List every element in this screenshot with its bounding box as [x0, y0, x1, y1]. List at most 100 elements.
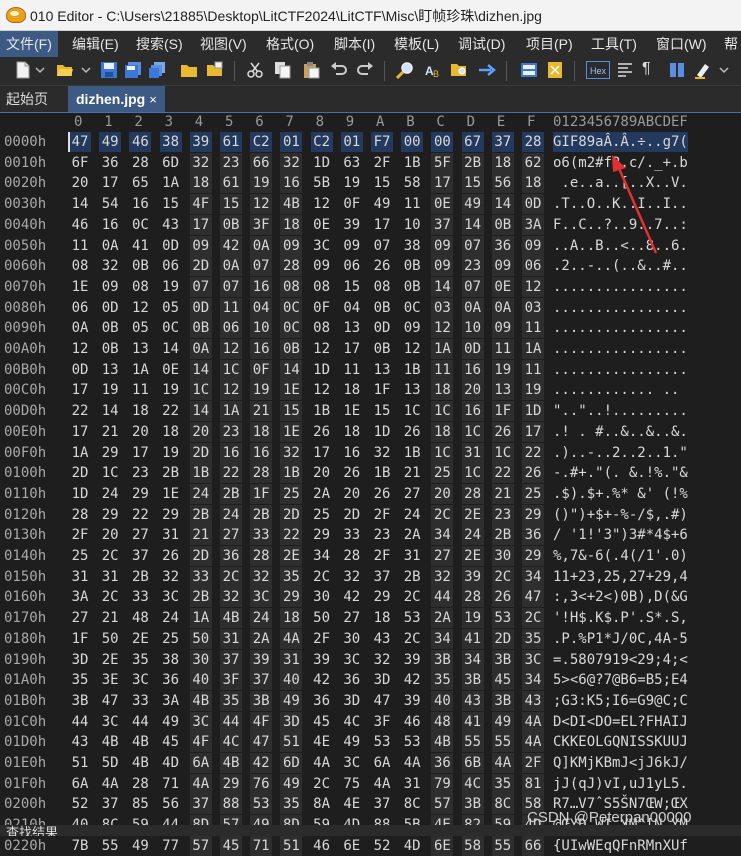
hex-byte[interactable]: 22 [491, 463, 514, 484]
ascii-text[interactable]: .! . #..&..&..&. [553, 422, 688, 442]
hex-byte[interactable]: 79 [431, 773, 454, 794]
hex-byte[interactable]: 17 [371, 215, 393, 235]
hex-byte[interactable]: 3D [280, 711, 303, 732]
hex-byte[interactable]: 39 [189, 132, 212, 152]
hex-byte[interactable]: 2D [189, 256, 212, 277]
hex-byte[interactable]: 24 [220, 504, 242, 525]
ascii-text[interactable]: GIF89aÂ.Â.÷..g7( [553, 132, 688, 152]
hex-byte[interactable]: 27 [341, 608, 363, 628]
hex-byte[interactable]: 2C [311, 774, 333, 794]
hex-byte[interactable]: 1A [160, 173, 182, 193]
hex-byte[interactable]: 18 [522, 173, 544, 194]
hex-byte[interactable]: 1B [311, 401, 333, 421]
tab-dizhen-jpg[interactable]: dizhen.jpg × [68, 86, 165, 112]
hex-byte[interactable]: 0D [371, 318, 393, 338]
hex-byte[interactable]: 4B [99, 732, 121, 752]
hex-byte[interactable]: 39 [401, 691, 423, 711]
hex-byte[interactable]: 29 [371, 587, 393, 607]
hex-byte[interactable]: 1A [189, 608, 212, 629]
tab-start-page[interactable]: 起始页 [6, 86, 48, 112]
hex-byte[interactable]: 34 [311, 546, 333, 566]
hex-byte[interactable]: 36 [341, 670, 363, 690]
hex-byte[interactable]: 2D [280, 504, 303, 525]
hex-byte[interactable]: 17 [341, 339, 363, 359]
hex-byte[interactable]: 18 [371, 608, 393, 628]
hex-byte[interactable]: 18 [491, 152, 514, 173]
hex-editor[interactable]: 0 1 2 3 4 5 6 7 8 9 A B C D E F 0123456789ABCDEF 0000h 47 4… [0, 113, 741, 856]
hex-byte[interactable]: 3B [431, 649, 454, 670]
goto-icon[interactable] [478, 61, 496, 79]
hex-byte[interactable]: 23 [220, 421, 242, 442]
hex-byte[interactable]: 43 [371, 629, 393, 649]
hex-byte[interactable]: 30 [189, 649, 212, 670]
hex-byte[interactable]: 48 [431, 711, 454, 732]
hex-byte[interactable]: 29 [129, 484, 151, 504]
hex-byte[interactable]: 19 [160, 380, 182, 400]
hex-byte[interactable]: 2A [311, 484, 333, 504]
hex-byte[interactable]: 22 [280, 525, 303, 546]
hex-byte[interactable]: 1B [371, 463, 393, 483]
hex-byte[interactable]: 37 [250, 670, 273, 691]
hex-byte[interactable]: 16 [461, 401, 484, 422]
hex-byte[interactable]: 49 [160, 712, 182, 732]
hex-byte[interactable]: 17 [189, 214, 212, 235]
hex-byte[interactable]: 32 [250, 566, 273, 587]
hex-byte[interactable]: 31 [160, 525, 182, 545]
hex-byte[interactable]: 03 [431, 297, 454, 318]
hex-byte[interactable]: 21 [99, 608, 121, 628]
hex-byte[interactable]: 07 [250, 256, 273, 277]
hex-byte[interactable]: 18 [250, 421, 273, 442]
hex-byte[interactable]: 3A [160, 691, 182, 711]
close-icon[interactable]: × [149, 92, 157, 107]
hex-byte[interactable]: 15 [341, 277, 363, 297]
hex-byte[interactable]: 66 [250, 152, 273, 173]
hex-byte[interactable]: C2 [310, 132, 333, 152]
hex-byte[interactable]: 06 [220, 318, 242, 339]
hex-byte[interactable]: 5B [311, 173, 333, 193]
hex-byte[interactable]: 29 [522, 546, 544, 566]
hex-byte[interactable]: 11 [522, 318, 544, 339]
hex-byte[interactable]: 18 [189, 173, 212, 194]
hex-byte[interactable]: 45 [491, 670, 514, 691]
hex-byte[interactable]: 3F [371, 712, 393, 732]
hex-byte[interactable]: 44 [431, 587, 454, 608]
hex-byte[interactable]: 32 [220, 587, 242, 608]
hex-byte[interactable]: 6E [341, 836, 363, 856]
hex-byte[interactable]: 25 [311, 505, 333, 525]
hex-byte[interactable]: 32 [371, 650, 393, 670]
hex-byte[interactable]: 67 [461, 132, 484, 152]
hex-byte[interactable]: 47 [522, 587, 544, 608]
hex-byte[interactable]: 1D [311, 153, 333, 173]
hex-row[interactable]: 00C0h 17 19 11 19 1C 12 19 1E 12 18 1F 13 18 20 13 19...… [0, 380, 741, 401]
hex-row[interactable]: 00F0h 1A 29 17 19 2D 16 16 32 17 16 32 1B 1C 31 1C 22.).… [0, 442, 741, 463]
undo-icon[interactable] [330, 61, 348, 79]
hex-byte[interactable]: 28 [341, 546, 363, 566]
hex-byte[interactable]: 56 [491, 173, 514, 194]
hex-row[interactable]: 0130h 2F 20 27 31 21 27 33 22 29 33 23 2A 34 24 2B 36 / '… [0, 525, 741, 546]
hex-byte[interactable]: 46 [69, 215, 91, 235]
hex-byte[interactable]: 3B [69, 691, 91, 711]
hex-byte[interactable]: 0E [311, 215, 333, 235]
hex-byte[interactable]: 18 [280, 608, 303, 629]
hex-byte[interactable]: 1B [189, 463, 212, 484]
hex-byte[interactable]: 26 [522, 463, 544, 484]
hex-byte[interactable]: 47 [69, 132, 91, 152]
ascii-text[interactable]: '!H$.K$.P'.S*.S, [553, 608, 688, 628]
hex-byte[interactable]: 0B [491, 214, 514, 235]
hex-byte[interactable]: 3B [491, 649, 514, 670]
hex-byte[interactable]: 20 [311, 463, 333, 483]
hex-byte[interactable]: 17 [522, 421, 544, 442]
hex-byte[interactable]: 1C [491, 442, 514, 463]
hex-byte[interactable]: 0D [99, 298, 121, 318]
hex-byte[interactable]: 24 [160, 608, 182, 628]
hex-byte[interactable]: 27 [220, 525, 242, 546]
hex-byte[interactable]: 26 [401, 422, 423, 442]
ascii-text[interactable]: CKKEOLGQNISSKUUJ [553, 732, 688, 752]
hex-row[interactable]: 00A0h 12 0B 13 14 0A 12 16 0B 12 17 0B 12 1A 0D 11 1A...… [0, 339, 741, 359]
hex-byte[interactable]: 36 [99, 153, 121, 173]
hex-byte[interactable]: 6D [280, 753, 303, 773]
hex-byte[interactable]: 33 [341, 525, 363, 545]
hex-byte[interactable]: 3C [160, 587, 182, 607]
hex-byte[interactable]: 55 [461, 732, 484, 753]
hex-byte[interactable]: 43 [461, 690, 484, 711]
